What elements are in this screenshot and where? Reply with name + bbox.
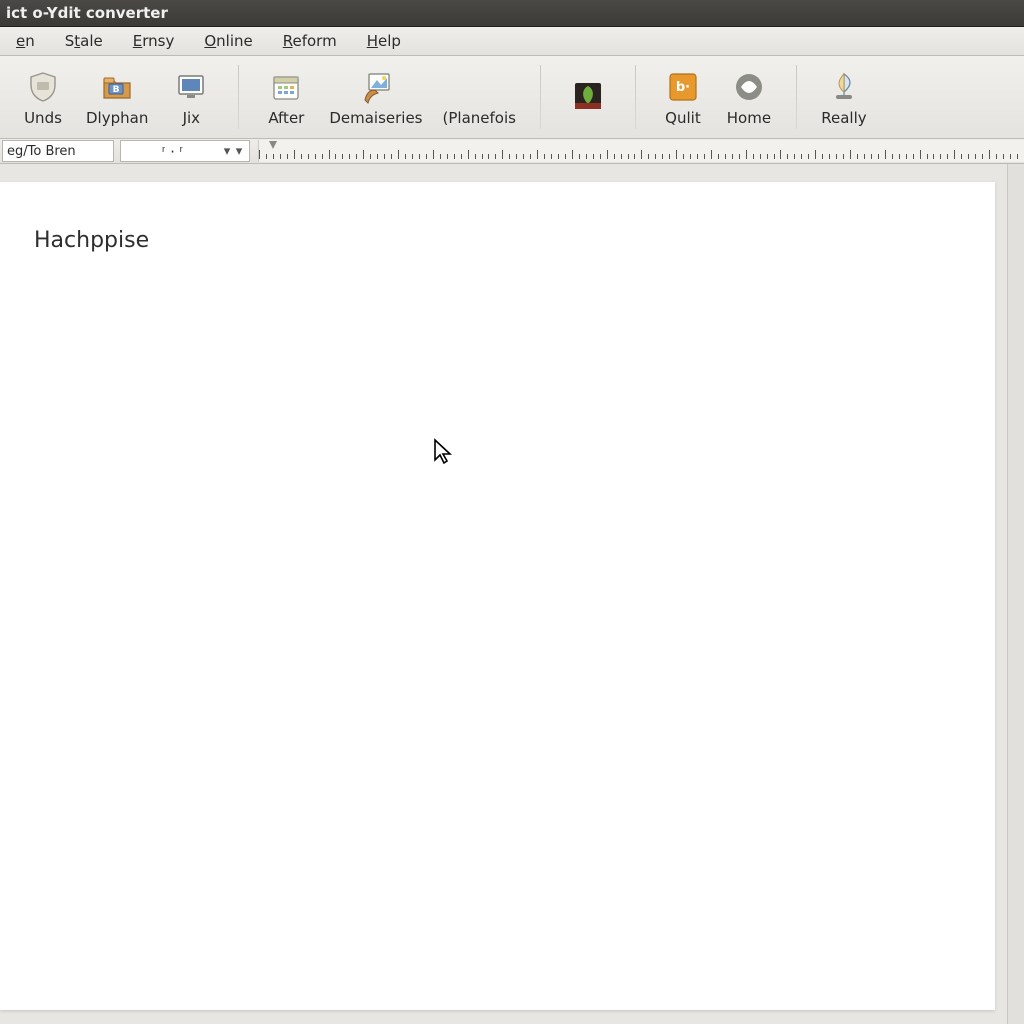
- style-selector[interactable]: eg/To Bren: [2, 140, 114, 162]
- tool-label: Demaiseries: [329, 109, 422, 127]
- folder-b-icon: B: [99, 69, 135, 105]
- toolbar-separator: [635, 65, 636, 129]
- tool-label: Dlyphan: [86, 109, 148, 127]
- tool-unds[interactable]: Unds: [12, 65, 74, 129]
- shield-icon: [25, 69, 61, 105]
- svg-text:b·: b·: [676, 80, 690, 95]
- chevron-down-icon: ▾: [233, 144, 245, 159]
- screen-icon: [173, 69, 209, 105]
- tool-demaiseries[interactable]: Demaiseries: [321, 65, 430, 129]
- tool-label: Qulit: [665, 109, 701, 127]
- toolbar-group-2: After Demaiseries (Planefois: [249, 56, 530, 138]
- toolbar-group-3: [551, 56, 625, 138]
- vertical-scrollbar[interactable]: [1007, 164, 1024, 1024]
- size-selector-value: ʳ·ʳ: [125, 144, 221, 159]
- tool-qulit[interactable]: b· Qulit: [652, 65, 714, 129]
- toolbar: Unds B Dlyphan Jix: [0, 56, 1024, 139]
- leaf-dark-icon: [570, 78, 606, 114]
- bp-orange-icon: b·: [665, 69, 701, 105]
- tool-label: Jix: [183, 109, 200, 127]
- tool-planefois[interactable]: (Planefois: [435, 65, 524, 129]
- calendar-icon: [268, 69, 304, 105]
- tool-label: Really: [821, 109, 866, 127]
- document-page[interactable]: Hachppise: [0, 182, 995, 1010]
- toolbar-group-4: b· Qulit Home: [646, 56, 786, 138]
- chevron-down-icon: ▾: [221, 144, 233, 159]
- toolbar-group-5: Really: [807, 56, 881, 138]
- style-selector-value: eg/To Bren: [7, 144, 76, 159]
- toolbar-separator: [540, 65, 541, 129]
- document-body-text: Hachppise: [34, 228, 149, 253]
- tool-label: Unds: [24, 109, 62, 127]
- swirl-icon: [731, 69, 767, 105]
- tool-label: Home: [727, 109, 771, 127]
- size-selector[interactable]: ʳ·ʳ ▾ ▾: [120, 140, 250, 162]
- tool-jix[interactable]: Jix: [160, 65, 222, 129]
- cursor-icon: [432, 438, 456, 466]
- toolbar-separator: [238, 65, 239, 129]
- toolbar-group-1: Unds B Dlyphan Jix: [6, 56, 228, 138]
- tool-label: After: [268, 109, 304, 127]
- tool-home[interactable]: Home: [718, 65, 780, 129]
- tool-label: (Planefois: [443, 109, 516, 127]
- menubar: en Stale Ernsy Online Reform Help: [0, 27, 1024, 56]
- menu-en[interactable]: en: [4, 29, 47, 53]
- sail-icon: [826, 69, 862, 105]
- tool-really[interactable]: Really: [813, 65, 875, 129]
- tool-leaf[interactable]: [557, 74, 619, 120]
- svg-text:B: B: [113, 85, 120, 95]
- menu-stale[interactable]: Stale: [53, 29, 115, 53]
- menu-help[interactable]: Help: [355, 29, 413, 53]
- menu-ernsy[interactable]: Ernsy: [121, 29, 187, 53]
- toolbar-separator: [796, 65, 797, 129]
- horizontal-ruler[interactable]: [258, 140, 1024, 162]
- tool-dlyphan[interactable]: B Dlyphan: [78, 65, 156, 129]
- menu-online[interactable]: Online: [192, 29, 264, 53]
- blank-icon: [461, 69, 497, 105]
- window-title: ict o-Ydit converter: [6, 4, 168, 22]
- menu-reform[interactable]: Reform: [271, 29, 349, 53]
- workarea: Hachppise: [0, 164, 1024, 1024]
- brush-photo-icon: [358, 69, 394, 105]
- titlebar: ict o-Ydit converter: [0, 0, 1024, 27]
- format-strip: eg/To Bren ʳ·ʳ ▾ ▾: [0, 139, 1024, 164]
- tool-after[interactable]: After: [255, 65, 317, 129]
